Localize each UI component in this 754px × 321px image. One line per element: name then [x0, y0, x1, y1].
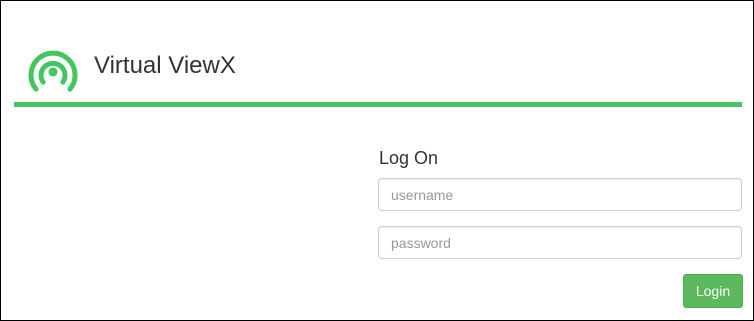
- login-form: Log On Login: [378, 144, 743, 314]
- password-input[interactable]: [378, 226, 742, 259]
- header-divider: [14, 102, 742, 107]
- app-header: Virtual ViewX: [1, 1, 753, 102]
- username-input[interactable]: [378, 178, 742, 211]
- wireless-signal-icon: [21, 40, 85, 100]
- login-heading: Log On: [379, 148, 439, 168]
- app-title: Virtual ViewX: [94, 52, 236, 79]
- login-window: Virtual ViewX Log On Login: [0, 0, 754, 321]
- login-button[interactable]: Login: [683, 274, 743, 308]
